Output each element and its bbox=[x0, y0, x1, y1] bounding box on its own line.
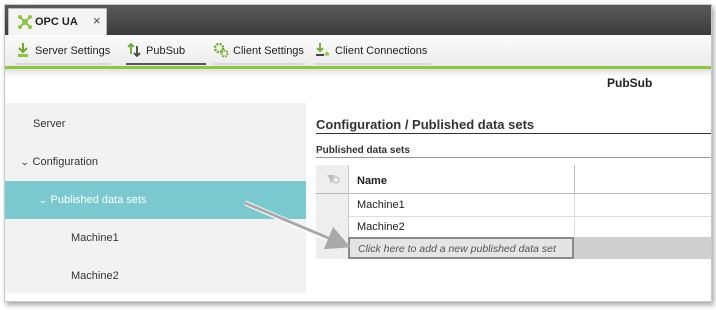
app-window: OPC UA × Server Settings PubSub Client S… bbox=[4, 4, 712, 302]
callout-arrow bbox=[244, 200, 351, 250]
